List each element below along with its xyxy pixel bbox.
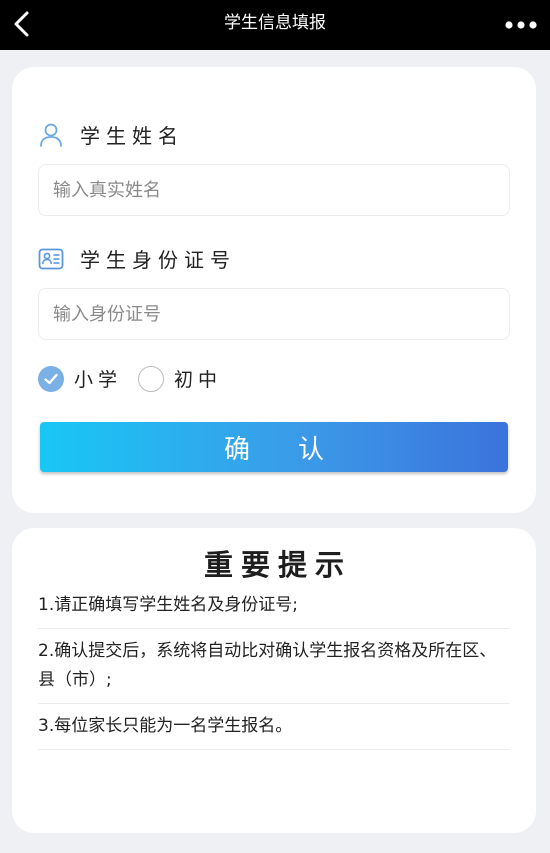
page-title: 学生信息填报 xyxy=(224,13,326,33)
radio-primary-school[interactable] xyxy=(38,365,64,392)
student-id-label: 学生身份证号 xyxy=(38,244,236,273)
notice-list: 1.请正确填写学生姓名及身份证号; 2.确认提交后，系统将自动比对确认学生报名资… xyxy=(38,583,510,750)
navbar: 学生信息填报 xyxy=(0,0,550,50)
notice-card: 重要提示 1.请正确填写学生姓名及身份证号; 2.确认提交后，系统将自动比对确认… xyxy=(12,528,536,833)
student-name-input[interactable] xyxy=(38,164,510,216)
student-name-label-text: 学生姓名 xyxy=(80,124,184,148)
student-id-input[interactable] xyxy=(38,288,510,340)
more-dots-icon[interactable] xyxy=(504,15,538,35)
student-name-label: 学生姓名 xyxy=(38,120,184,149)
student-id-label-text: 学生身份证号 xyxy=(80,248,236,272)
check-icon xyxy=(44,373,58,384)
form-card: 学生姓名 学生身份证号 小学 初中 确认 xyxy=(12,67,536,513)
notice-item: 1.请正确填写学生姓名及身份证号; xyxy=(38,583,510,629)
notice-item: 2.确认提交后，系统将自动比对确认学生报名资格及所在区、县（市）; xyxy=(38,629,510,704)
notice-item: 3.每位家长只能为一名学生报名。 xyxy=(38,704,510,750)
id-card-icon xyxy=(38,248,64,269)
person-icon xyxy=(40,123,62,147)
notice-title: 重要提示 xyxy=(203,548,352,582)
radio-junior-high-label[interactable]: 初中 xyxy=(174,365,222,392)
radio-junior-high[interactable] xyxy=(138,365,165,392)
radio-primary-school-label[interactable]: 小学 xyxy=(74,365,122,392)
school-level-radio-group: 小学 初中 xyxy=(38,365,222,392)
confirm-button[interactable]: 确认 xyxy=(40,422,508,472)
